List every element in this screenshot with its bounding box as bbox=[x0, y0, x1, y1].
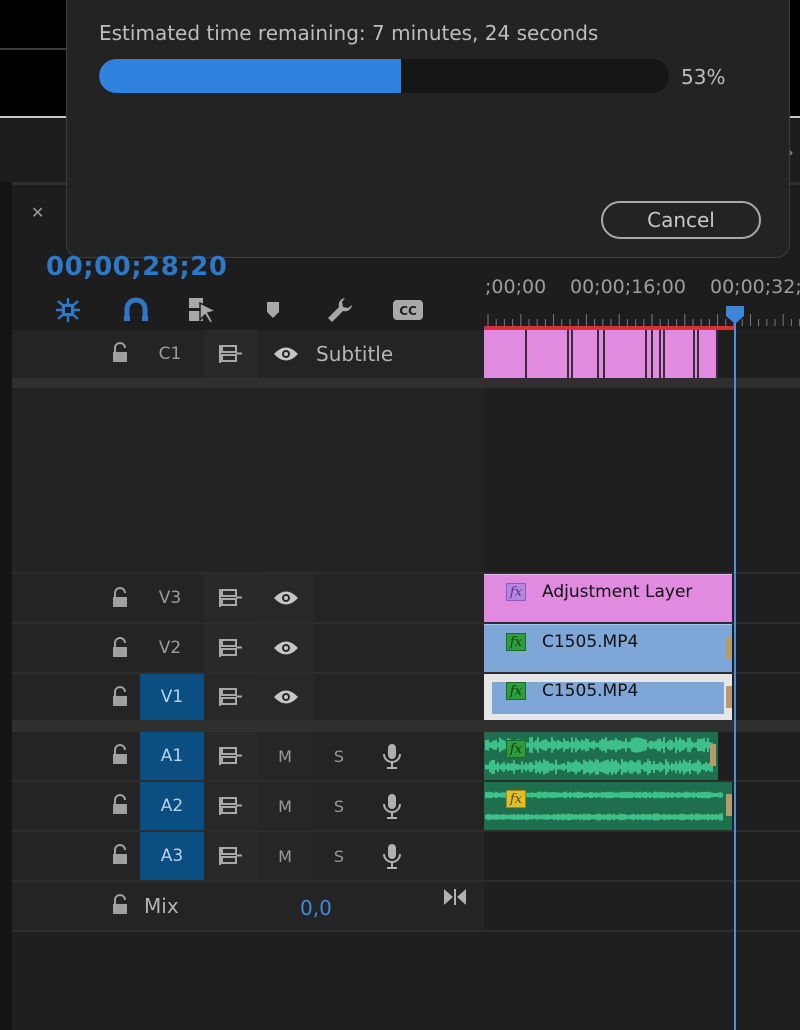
microphone-icon[interactable] bbox=[376, 792, 408, 820]
sync-lock-icon[interactable] bbox=[204, 330, 258, 378]
mute-button[interactable]: M bbox=[258, 732, 312, 780]
clip-end-handle[interactable] bbox=[726, 637, 732, 659]
sync-lock-icon[interactable] bbox=[204, 574, 258, 622]
sync-lock-icon[interactable] bbox=[204, 624, 258, 672]
audio-clip-a2[interactable]: fx bbox=[484, 782, 732, 830]
track-id[interactable]: V2 bbox=[138, 624, 202, 672]
panel-edge bbox=[0, 182, 12, 1030]
clip-end-handle[interactable] bbox=[726, 686, 732, 708]
solo-button[interactable]: S bbox=[312, 782, 366, 830]
lock-icon[interactable] bbox=[110, 342, 130, 364]
track-name[interactable]: Subtitle bbox=[316, 342, 393, 366]
track-id[interactable]: V3 bbox=[138, 574, 202, 622]
lock-icon[interactable] bbox=[110, 686, 130, 708]
fx-badge[interactable]: fx bbox=[506, 790, 526, 808]
sync-lock-icon[interactable] bbox=[204, 832, 258, 880]
fx-badge[interactable]: fx bbox=[506, 740, 526, 758]
time-ruler[interactable] bbox=[484, 312, 800, 326]
nest-sequence-icon[interactable] bbox=[52, 296, 84, 324]
mute-button[interactable]: M bbox=[258, 782, 312, 830]
av-divider bbox=[12, 720, 800, 732]
adjustment-layer-clip[interactable]: fx Adjustment Layer bbox=[484, 574, 732, 622]
track-header-v3[interactable]: V3 bbox=[12, 574, 484, 622]
program-monitor-strip bbox=[0, 0, 70, 118]
snap-magnet-icon[interactable] bbox=[120, 296, 152, 324]
lock-icon[interactable] bbox=[110, 844, 130, 866]
track-target-a1[interactable]: A1 bbox=[140, 732, 204, 780]
track-header-a1[interactable]: A1 M S bbox=[12, 732, 484, 780]
track-group-divider bbox=[12, 378, 800, 388]
clip-name: C1505.MP4 bbox=[542, 681, 639, 701]
eye-icon[interactable] bbox=[258, 330, 314, 378]
track-target-a3[interactable]: A3 bbox=[140, 832, 204, 880]
microphone-icon[interactable] bbox=[376, 742, 408, 770]
cancel-button[interactable]: Cancel bbox=[601, 201, 761, 239]
audio-clip-a1[interactable]: fx bbox=[484, 732, 718, 780]
current-timecode[interactable]: 00;00;28;20 bbox=[46, 252, 227, 282]
video-clip-v2[interactable]: fx C1505.MP4 bbox=[484, 624, 732, 672]
eye-icon[interactable] bbox=[258, 624, 314, 672]
microphone-icon[interactable] bbox=[376, 842, 408, 870]
linked-selection-icon[interactable] bbox=[186, 296, 220, 324]
track-header-v1[interactable]: V1 bbox=[12, 674, 484, 720]
solo-button[interactable]: S bbox=[312, 732, 366, 780]
progress-bar-fill bbox=[99, 59, 402, 93]
collapse-track-icon[interactable] bbox=[442, 886, 468, 908]
clip-end-handle[interactable] bbox=[726, 794, 732, 816]
track-header-a3[interactable]: A3 M S bbox=[12, 832, 484, 880]
track-target-v1[interactable]: V1 bbox=[140, 674, 204, 720]
mix-volume-value[interactable]: 0,0 bbox=[300, 896, 332, 920]
svg-text:CC: CC bbox=[399, 304, 417, 318]
captions-cc-icon[interactable]: CC bbox=[390, 296, 426, 324]
track-header-v2[interactable]: V2 bbox=[12, 624, 484, 672]
lock-icon[interactable] bbox=[110, 794, 130, 816]
lock-icon[interactable] bbox=[110, 637, 130, 659]
playhead-line[interactable] bbox=[734, 318, 736, 1030]
wrench-settings-icon[interactable] bbox=[324, 296, 356, 324]
subtitle-clip-dividers bbox=[525, 330, 718, 378]
lock-icon[interactable] bbox=[110, 744, 130, 766]
track-header-c1[interactable]: C1 Subtitle bbox=[12, 330, 484, 378]
mute-button[interactable]: M bbox=[258, 832, 312, 880]
sync-lock-icon[interactable] bbox=[204, 674, 258, 720]
ruler-label: 00;00;32; bbox=[710, 276, 800, 298]
estimated-time-text: Estimated time remaining: 7 minutes, 24 … bbox=[99, 21, 599, 45]
lock-icon[interactable] bbox=[110, 587, 130, 609]
progress-percent: 53% bbox=[681, 65, 726, 89]
clip-name: C1505.MP4 bbox=[542, 632, 639, 652]
fx-badge[interactable]: fx bbox=[506, 633, 526, 651]
track-header-mix[interactable]: Mix 0,0 bbox=[12, 882, 484, 930]
ruler-label: ;00;00 bbox=[485, 276, 547, 298]
clip-end-handle[interactable] bbox=[710, 744, 716, 766]
ruler-label: 00;00;16;00 bbox=[570, 276, 686, 298]
eye-icon[interactable] bbox=[258, 674, 314, 720]
empty-header-area bbox=[12, 932, 484, 1030]
video-clip-v1[interactable]: fx C1505.MP4 bbox=[484, 674, 732, 720]
track-target-a2[interactable]: A2 bbox=[140, 782, 204, 830]
playhead-handle[interactable] bbox=[724, 304, 746, 326]
lock-icon[interactable] bbox=[110, 894, 130, 916]
fx-badge[interactable]: fx bbox=[506, 682, 526, 700]
progress-bar bbox=[99, 59, 669, 93]
close-panel-icon[interactable]: ✕ bbox=[31, 203, 44, 222]
sync-lock-icon[interactable] bbox=[204, 782, 258, 830]
mix-label: Mix bbox=[144, 894, 179, 918]
render-progress-dialog: Estimated time remaining: 7 minutes, 24 … bbox=[66, 0, 790, 258]
sync-lock-icon[interactable] bbox=[204, 732, 258, 780]
eye-icon[interactable] bbox=[258, 574, 314, 622]
add-marker-icon[interactable] bbox=[262, 296, 284, 324]
clip-name: Adjustment Layer bbox=[542, 582, 693, 602]
fx-badge[interactable]: fx bbox=[506, 583, 526, 601]
solo-button[interactable]: S bbox=[312, 832, 366, 880]
track-header-a2[interactable]: A2 M S bbox=[12, 782, 484, 830]
track-id[interactable]: C1 bbox=[138, 330, 202, 378]
empty-track-area bbox=[12, 388, 484, 572]
